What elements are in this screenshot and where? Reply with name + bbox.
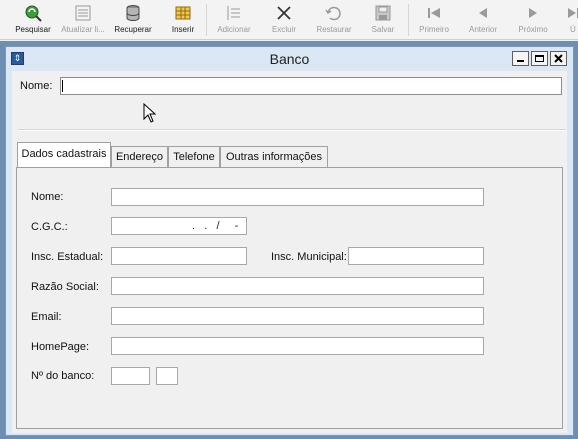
add-lines-icon — [227, 6, 240, 20]
main-toolbar: Pesquisar Atualizar li... Recuperar Inse… — [0, 0, 578, 40]
form-name-input[interactable] — [111, 188, 484, 206]
bank-number-input[interactable] — [111, 367, 150, 385]
top-name-label: Nome: — [20, 80, 53, 92]
first-record-button-label: Primeiro — [419, 25, 449, 34]
save-disk-icon — [375, 5, 391, 21]
maximize-button[interactable] — [531, 51, 548, 66]
insert-button-label: Inserir — [171, 25, 195, 34]
update-list-button[interactable]: Atualizar li... — [58, 3, 108, 37]
save-button-label: Salvar — [371, 25, 395, 34]
toolbar-separator — [206, 4, 207, 36]
database-icon — [126, 5, 140, 22]
delete-button-label: Excluir — [271, 25, 296, 34]
razao-social-input[interactable] — [111, 277, 484, 295]
top-name-input[interactable] — [60, 77, 562, 95]
email-input[interactable] — [111, 307, 484, 325]
update-list-button-label: Atualizar li... — [61, 25, 105, 34]
tab-dados-cadastrais[interactable]: Dados cadastrais — [17, 142, 111, 167]
first-record-button[interactable]: Primeiro — [412, 3, 456, 37]
previous-record-button-label: Anterior — [468, 25, 497, 34]
toolbar-separator — [408, 4, 409, 36]
recover-button-label: Recuperar — [114, 25, 152, 34]
email-label: Email: — [31, 311, 62, 323]
search-refresh-icon — [25, 5, 42, 22]
banco-window: ⇕ Banco Nome: Dados cadastrais Endereço … — [5, 46, 574, 436]
add-button[interactable]: Adicionar — [212, 3, 256, 37]
tab-telefone[interactable]: Telefone — [168, 146, 220, 168]
previous-record-button[interactable]: Anterior — [461, 3, 505, 37]
first-record-icon — [428, 8, 440, 18]
restore-button[interactable]: Restaurar — [311, 3, 357, 37]
search-button[interactable]: Pesquisar — [10, 3, 56, 37]
close-button[interactable] — [550, 51, 567, 66]
restore-arrow-icon — [325, 6, 341, 21]
razao-social-label: Razão Social: — [31, 281, 99, 293]
mouse-pointer-icon — [143, 103, 157, 123]
last-record-icon — [568, 8, 578, 18]
add-button-label: Adicionar — [217, 25, 251, 34]
update-list-icon — [75, 5, 91, 21]
close-icon — [554, 54, 563, 63]
next-record-button-label: Próximo — [518, 25, 548, 34]
form-name-label: Nome: — [31, 191, 64, 203]
tab-endereco[interactable]: Endereço — [111, 146, 168, 168]
last-record-button-label: Ú — [570, 25, 576, 34]
last-record-button[interactable]: Ú — [564, 3, 578, 37]
insc-municipal-input[interactable] — [348, 247, 484, 265]
insert-button[interactable]: Inserir — [164, 3, 202, 37]
insc-municipal-label: Insc. Municipal: — [271, 251, 347, 263]
bank-digit-input[interactable] — [156, 367, 178, 385]
previous-record-icon — [479, 8, 487, 18]
bank-number-label: Nº do banco: — [31, 370, 95, 382]
insc-estadual-input[interactable] — [111, 247, 247, 265]
window-title: Banco — [269, 51, 310, 67]
maximize-icon — [535, 55, 544, 62]
minimize-icon — [517, 60, 524, 62]
insert-grid-icon — [175, 6, 191, 20]
delete-x-icon — [277, 6, 291, 20]
next-record-icon — [529, 8, 537, 18]
insc-estadual-label: Insc. Estadual: — [31, 251, 104, 263]
recover-button[interactable]: Recuperar — [110, 3, 156, 37]
delete-button[interactable]: Excluir — [262, 3, 306, 37]
homepage-input[interactable] — [111, 337, 484, 355]
cgc-label: C.G.C.: — [31, 221, 68, 233]
divider — [18, 129, 566, 131]
tab-outras-informacoes[interactable]: Outras informações — [220, 146, 328, 168]
cgc-input[interactable]: . . / - — [111, 217, 247, 235]
homepage-label: HomePage: — [31, 341, 90, 353]
save-button[interactable]: Salvar — [362, 3, 404, 37]
restore-button-label: Restaurar — [316, 25, 352, 34]
cgc-mask-text: . . / - — [192, 220, 239, 232]
search-button-label: Pesquisar — [15, 25, 51, 34]
minimize-button[interactable] — [512, 51, 529, 66]
tab-panel-dados-cadastrais: Nome: C.G.C.: . . / - Insc. Estadual: In… — [16, 167, 563, 429]
next-record-button[interactable]: Próximo — [511, 3, 555, 37]
tab-panel-content: Nome: C.G.C.: . . / - Insc. Estadual: In… — [17, 168, 562, 428]
window-client-area: Nome: Dados cadastrais Endereço Telefone… — [12, 71, 567, 433]
text-caret — [62, 80, 63, 92]
window-title-bar[interactable]: ⇕ Banco — [6, 47, 573, 69]
